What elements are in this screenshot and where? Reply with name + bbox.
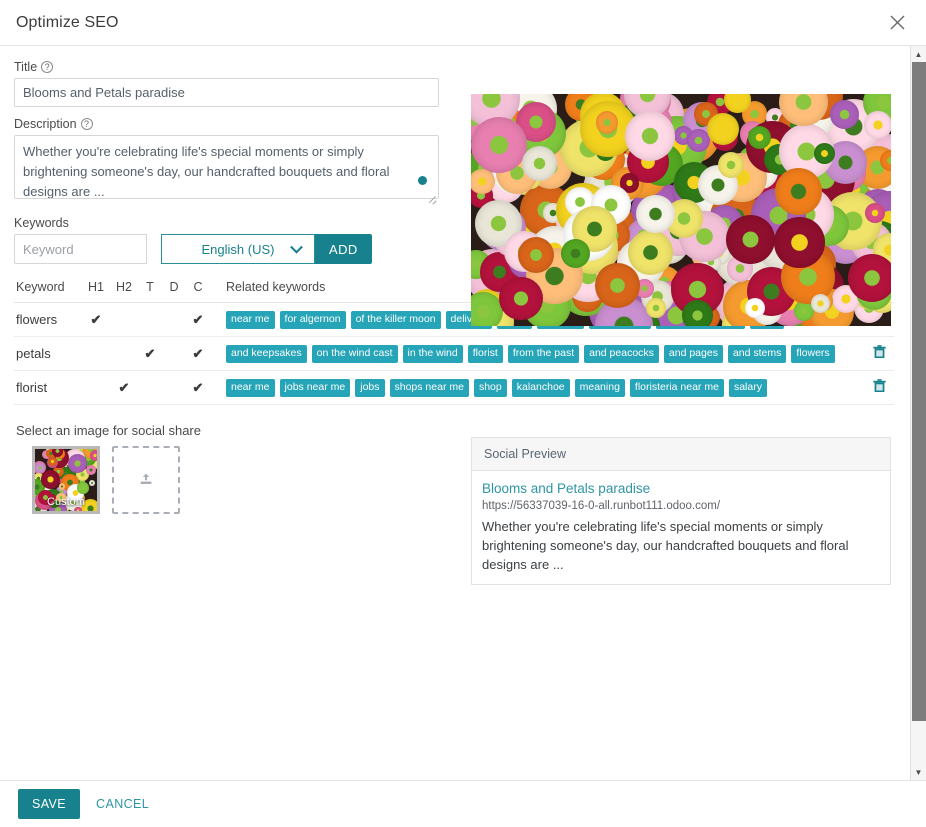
keywords-label: Keywords xyxy=(14,216,454,230)
social-preview-header: Social Preview xyxy=(472,438,890,471)
check-cell-c: ✔ xyxy=(186,312,210,328)
scroll-up-icon[interactable]: ▲ xyxy=(911,46,926,62)
scrollbar-thumb[interactable] xyxy=(912,62,926,721)
related-keyword-badge[interactable]: on the wind cast xyxy=(312,345,398,363)
help-icon[interactable]: ? xyxy=(41,61,53,73)
social-image-thumbnail[interactable]: Custom xyxy=(32,446,100,514)
save-button[interactable]: SAVE xyxy=(18,789,80,819)
dialog-header: Optimize SEO xyxy=(0,0,926,46)
description-field-label: Description ? xyxy=(14,117,454,131)
language-select-value: English (US) xyxy=(202,242,275,257)
check-icon: ✔ xyxy=(193,380,204,395)
help-icon[interactable]: ? xyxy=(81,118,93,130)
title-field-label: Title ? xyxy=(14,60,454,74)
keyword-input[interactable] xyxy=(14,234,147,264)
check-cell-t: ✔ xyxy=(138,346,162,362)
vertical-scrollbar[interactable]: ▲ ▼ xyxy=(910,46,926,780)
col-header-h2: H2 xyxy=(110,280,138,294)
dialog-title: Optimize SEO xyxy=(16,14,119,32)
related-keyword-badge[interactable]: and keepsakes xyxy=(226,345,307,363)
dialog-footer: SAVE CANCEL xyxy=(0,780,926,827)
social-preview-title: Blooms and Petals paradise xyxy=(482,479,880,498)
cancel-button[interactable]: CANCEL xyxy=(90,789,155,819)
description-wrapper: Whether you're celebrating life's specia… xyxy=(14,135,439,204)
thumbnail-caption: Custom xyxy=(35,496,97,508)
related-keyword-badge[interactable]: in the wind xyxy=(403,345,463,363)
check-icon: ✔ xyxy=(119,380,130,395)
related-keyword-badge[interactable]: shops near me xyxy=(390,379,469,397)
col-header-d: D xyxy=(162,280,186,294)
upload-icon xyxy=(138,472,154,488)
check-icon: ✔ xyxy=(193,346,204,361)
add-keyword-button[interactable]: ADD xyxy=(315,234,372,264)
description-length-indicator xyxy=(418,176,427,185)
upload-image-button[interactable] xyxy=(112,446,180,514)
optimize-seo-dialog: Optimize SEO Title ? Description ? xyxy=(0,0,926,827)
keyword-cell: florist xyxy=(14,380,82,395)
check-cell-c: ✔ xyxy=(186,380,210,396)
title-input[interactable] xyxy=(14,78,439,107)
description-textarea[interactable]: Whether you're celebrating life's specia… xyxy=(14,135,439,199)
keyword-cell: petals xyxy=(14,346,82,361)
seo-form-column: Title ? Description ? Whether you're cel… xyxy=(14,56,454,514)
check-icon: ✔ xyxy=(193,312,204,327)
close-icon[interactable] xyxy=(884,10,910,36)
check-cell-h2: ✔ xyxy=(110,380,138,396)
social-preview-body: Blooms and Petals paradise https://56337… xyxy=(472,471,890,584)
related-keyword-badge[interactable]: jobs near me xyxy=(280,379,351,397)
image-picker-label: Select an image for social share xyxy=(16,423,454,438)
scrollbar-track[interactable] xyxy=(911,62,926,764)
check-icon: ✔ xyxy=(91,312,102,327)
dialog-body: Title ? Description ? Whether you're cel… xyxy=(0,46,926,780)
check-icon: ✔ xyxy=(145,346,156,361)
related-keyword-badge[interactable]: jobs xyxy=(355,379,384,397)
col-header-h1: H1 xyxy=(82,280,110,294)
keywords-label-text: Keywords xyxy=(14,216,69,230)
scroll-down-icon[interactable]: ▼ xyxy=(911,764,926,780)
language-select[interactable]: English (US) xyxy=(161,234,315,264)
related-keyword-badge[interactable]: near me xyxy=(226,379,275,397)
social-preview-description: Whether you're celebrating life's specia… xyxy=(482,517,880,574)
related-keyword-badge[interactable]: for algernon xyxy=(280,311,346,329)
image-picker-row: Custom xyxy=(14,446,454,514)
col-header-t: T xyxy=(138,280,162,294)
check-cell-h1: ✔ xyxy=(82,312,110,328)
social-preview-card: Social Preview Blooms and Petals paradis… xyxy=(471,437,891,585)
col-header-keyword: Keyword xyxy=(14,280,82,294)
description-label-text: Description xyxy=(14,117,77,131)
related-keyword-badge[interactable]: near me xyxy=(226,311,275,329)
keyword-cell: flowers xyxy=(14,312,82,327)
col-header-c: C xyxy=(186,280,210,294)
title-label-text: Title xyxy=(14,60,37,74)
chevron-down-icon xyxy=(290,241,303,254)
check-cell-c: ✔ xyxy=(186,346,210,362)
keyword-add-row: English (US) ADD xyxy=(14,234,454,264)
preview-column: Preview Blooms and Petals paradise https… xyxy=(471,94,891,585)
social-preview-url: https://56337039-16-0-all.runbot111.odoo… xyxy=(482,498,880,515)
social-preview-image xyxy=(471,94,891,326)
related-keyword-badge[interactable]: of the killer moon xyxy=(351,311,441,329)
